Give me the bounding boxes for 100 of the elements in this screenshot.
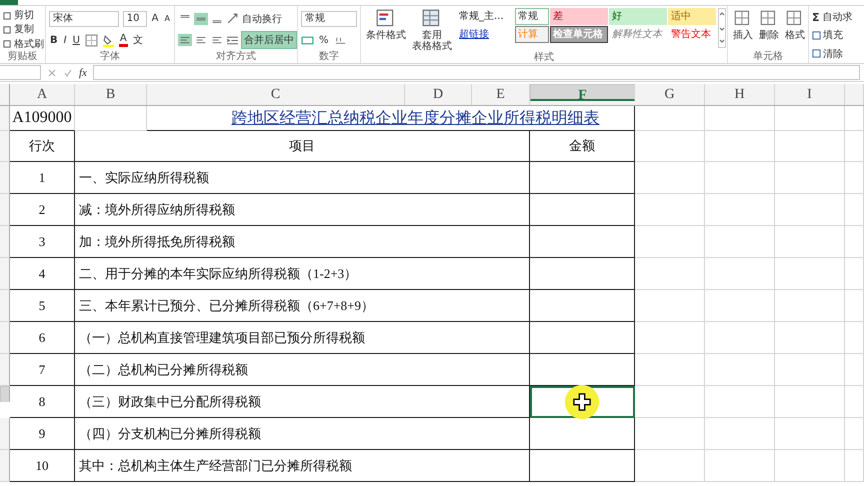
row-header[interactable] [0,162,10,194]
grid-cell[interactable] [635,226,705,258]
grid-cell[interactable] [635,354,705,386]
currency-icon[interactable] [301,34,314,47]
row-header[interactable] [0,322,10,354]
grid-cell[interactable] [775,290,845,322]
merge-center-button[interactable]: 合并后居中 [241,31,297,50]
grid-cell[interactable] [635,194,705,226]
grid-cell[interactable] [845,354,864,386]
phonetic-button[interactable]: 文 [132,33,144,48]
conditional-format-button[interactable]: 条件格式 [364,8,408,41]
grid-cell[interactable] [775,162,845,194]
grid-cell[interactable] [705,162,775,194]
amount-cell[interactable] [530,418,635,450]
clipboard-button[interactable]: 格式刷 [3,37,42,50]
enter-icon[interactable] [63,68,73,78]
borders-icon[interactable] [84,34,98,47]
grid-cell[interactable] [635,450,705,482]
grid-cell[interactable] [775,106,845,131]
column-header[interactable]: C [147,84,405,105]
orientation-icon[interactable] [226,12,239,26]
grid-cell[interactable] [75,106,147,131]
amount-cell[interactable] [530,322,635,354]
file-tab[interactable] [0,0,18,5]
grid-cell[interactable] [775,131,845,162]
grid-cell[interactable] [635,418,705,450]
row-header[interactable] [0,450,10,482]
grid-cell[interactable] [705,106,775,131]
format-button[interactable]: B [49,34,59,46]
table-format-button[interactable]: 套用 表格格式 [410,8,454,52]
row-header[interactable] [0,194,10,226]
grid-cell[interactable] [845,290,864,322]
grid-cell[interactable] [705,258,775,290]
cancel-icon[interactable] [47,68,57,78]
grid-cell[interactable] [775,450,845,482]
grid-cell[interactable] [845,226,864,258]
grid-cell[interactable] [845,386,864,418]
row-header[interactable] [0,354,10,386]
grid-cell[interactable] [845,131,864,162]
row-header[interactable] [0,258,10,290]
editing-button[interactable]: 清除 [812,47,861,60]
row-header[interactable] [0,386,10,402]
cell-style-option[interactable]: 好 [609,8,667,25]
row-header[interactable] [0,106,10,131]
grid-cell[interactable] [845,162,864,194]
cell-style-option[interactable]: 常规_主... [456,8,514,25]
row-header[interactable] [0,290,10,322]
row-header[interactable] [0,418,10,450]
formula-input[interactable] [92,65,860,80]
amount-cell[interactable] [530,258,635,290]
wrap-text-button[interactable]: 自动换行 [241,12,283,26]
grid-cell[interactable] [845,418,864,450]
grid-cell[interactable] [635,106,705,131]
grid-cell[interactable] [775,258,845,290]
percent-button[interactable]: % [318,34,330,46]
name-box[interactable] [0,65,41,80]
cell-style-option[interactable]: 超链接 [456,26,514,43]
grid-cell[interactable] [635,386,705,418]
number-format-select[interactable]: 常规 [301,10,357,27]
row-header[interactable] [0,131,10,162]
column-header[interactable]: D [405,84,472,105]
grid-cell[interactable] [635,258,705,290]
grid-cell[interactable] [705,290,775,322]
clipboard-button[interactable]: 复制 [3,22,42,36]
grid-cell[interactable] [775,418,845,450]
grid-cell[interactable] [705,386,775,418]
cell-style-option[interactable]: 解释性文本 [609,26,667,43]
cells-button[interactable]: 插入 [731,8,755,41]
grid-cell[interactable] [705,450,775,482]
format-button[interactable]: I [62,34,68,46]
column-header[interactable]: A [10,84,75,105]
grid-cell[interactable] [705,418,775,450]
clipboard-button[interactable]: 剪切 [3,8,42,22]
row-header[interactable] [0,226,10,258]
amount-cell[interactable] [530,450,635,482]
grow-font-button[interactable]: A [150,13,160,24]
grid-cell[interactable] [775,194,845,226]
column-header[interactable]: H [705,84,775,105]
cell-style-option[interactable]: 常规 [515,8,549,25]
grid-cell[interactable] [775,226,845,258]
grid-cell[interactable] [845,194,864,226]
column-header[interactable]: G [635,84,705,105]
vertical-align-icon[interactable] [194,12,208,26]
font-size-select[interactable]: 10 [122,10,147,27]
gallery-scroll-icon[interactable] [718,8,726,48]
insert-function-button[interactable]: fx [79,66,87,78]
grid-cell[interactable] [705,354,775,386]
amount-cell[interactable] [530,290,635,322]
grid-cell[interactable] [775,354,845,386]
cell-style-option[interactable]: 警告文本 [668,26,716,43]
horizontal-align-icon[interactable] [178,33,192,48]
grid-cell[interactable] [705,194,775,226]
fill-color-icon[interactable] [102,34,115,47]
grid-cell[interactable] [845,450,864,482]
column-header[interactable]: B [75,84,147,105]
amount-cell[interactable] [530,162,635,194]
format-button[interactable]: U [72,34,81,46]
shrink-font-button[interactable]: A [164,14,171,24]
cells-button[interactable]: 删除 [757,8,781,41]
amount-cell[interactable] [530,386,635,418]
